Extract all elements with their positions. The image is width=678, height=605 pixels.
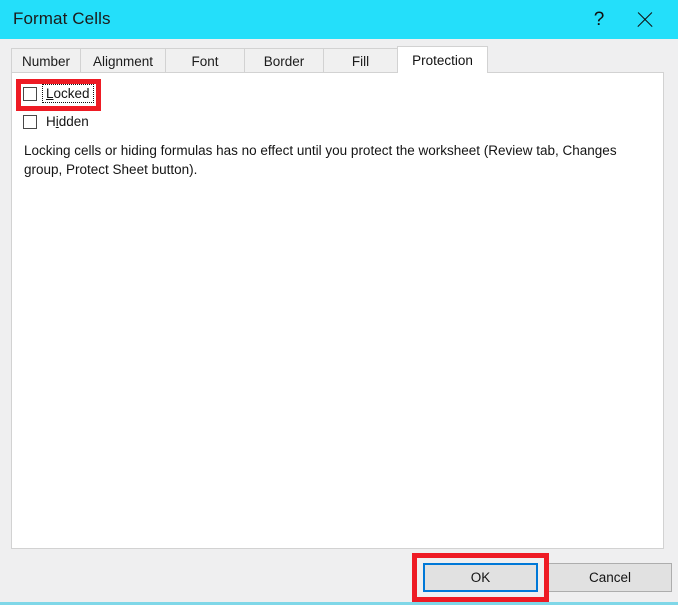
tab-protection[interactable]: Protection [397, 46, 488, 73]
close-button[interactable] [622, 0, 668, 39]
locked-checkbox-label[interactable]: Locked [42, 84, 94, 103]
tab-strip: Number Alignment Font Border Fill Protec… [11, 46, 488, 73]
help-button[interactable]: ? [576, 0, 622, 39]
hidden-label-prefix: H [46, 114, 56, 129]
tab-number[interactable]: Number [11, 48, 81, 73]
close-icon [635, 10, 655, 30]
protection-panel: Locked Hidden Locking cells or hiding fo… [11, 72, 664, 549]
hidden-checkbox-row[interactable]: Hidden [23, 114, 89, 129]
title-bar: Format Cells ? [0, 0, 678, 39]
cancel-button[interactable]: Cancel [548, 563, 672, 592]
tab-border[interactable]: Border [244, 48, 324, 73]
tab-alignment[interactable]: Alignment [80, 48, 166, 73]
locked-checkbox[interactable] [23, 86, 37, 101]
window-title: Format Cells [13, 9, 111, 28]
locked-label-rest: ocked [53, 86, 90, 101]
ok-button[interactable]: OK [423, 563, 538, 592]
question-mark-icon: ? [593, 8, 605, 30]
locked-checkbox-row[interactable]: Locked [23, 84, 94, 103]
tab-fill[interactable]: Fill [323, 48, 398, 73]
hidden-checkbox-label[interactable]: Hidden [46, 114, 89, 129]
tab-font[interactable]: Font [165, 48, 245, 73]
hidden-label-rest: dden [58, 114, 89, 129]
hidden-checkbox[interactable] [23, 114, 37, 129]
locked-accel-letter: L [46, 86, 54, 101]
format-cells-dialog: Format Cells ? Number Alignment Font Bor… [0, 0, 678, 605]
protection-description: Locking cells or hiding formulas has no … [24, 143, 617, 177]
